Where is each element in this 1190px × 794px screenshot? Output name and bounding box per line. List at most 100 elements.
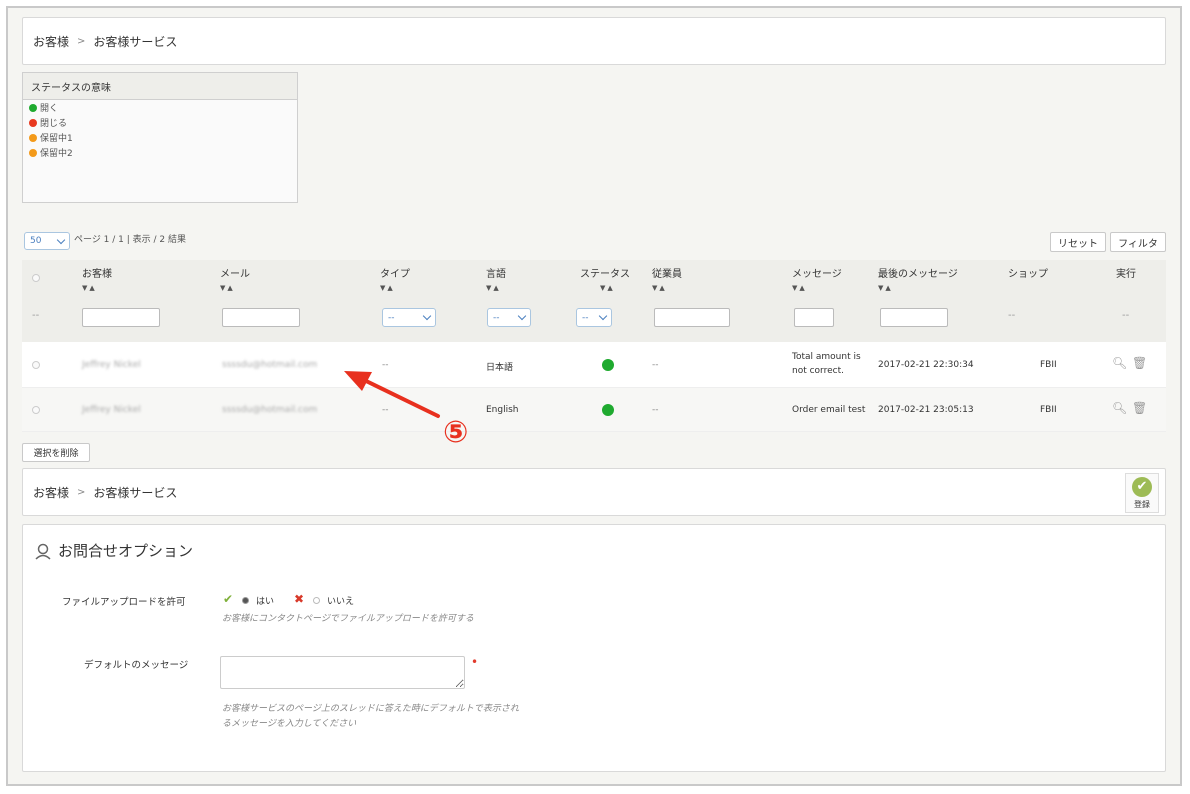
cell-language: 日本語 xyxy=(486,363,514,373)
status-legend: ステータスの意味 開く 閉じる 保留中1 保留中2 xyxy=(22,72,298,203)
cell-shop: FBII xyxy=(1040,405,1057,415)
col-last-message: 最後のメッセージ xyxy=(878,269,958,280)
col-language: 言語 xyxy=(486,269,506,280)
chevron-down-icon xyxy=(598,311,608,321)
save-button[interactable]: ✔ 登録 xyxy=(1125,473,1159,513)
sort-arrows-icon[interactable]: ▼▲ xyxy=(82,284,97,292)
breadcrumb-root[interactable]: お客様 xyxy=(33,484,69,501)
filter-status-select[interactable]: -- xyxy=(576,308,612,327)
sort-arrows-icon[interactable]: ▼▲ xyxy=(380,284,395,292)
cell-last-message: 2017-02-21 23:05:13 xyxy=(878,405,974,415)
default-message-label: デフォルトのメッセージ xyxy=(84,660,189,671)
options-title: お問合せオプション xyxy=(34,540,193,561)
annotation-marker: ⑤ xyxy=(443,415,469,450)
legend-item-open: 開く xyxy=(23,100,297,115)
cell-shop: FBII xyxy=(1040,360,1057,370)
table-header: お客様 メール タイプ 言語 ステータス 従業員 メッセージ 最後のメッセージ … xyxy=(22,260,1166,342)
filter-customer-input[interactable] xyxy=(82,308,160,327)
trash-icon[interactable]: 🗑︎ xyxy=(1132,401,1147,415)
sort-arrows-icon[interactable]: ▼▲ xyxy=(220,284,235,292)
breadcrumb-current: お客様サービス xyxy=(93,485,178,500)
required-asterisk: • xyxy=(471,655,479,669)
cross-icon: ✖ xyxy=(294,592,305,606)
status-dot-icon xyxy=(29,148,37,157)
view-icon[interactable]: 🔍︎ xyxy=(1112,401,1127,415)
default-message-help-2: るメッセージを入力してください xyxy=(222,719,357,729)
no-label: いいえ xyxy=(327,597,355,607)
reset-button[interactable]: リセット xyxy=(1050,232,1106,252)
breadcrumb-separator: > xyxy=(77,35,86,47)
no-radio[interactable] xyxy=(313,597,320,604)
sort-arrows-icon[interactable]: ▼▲ xyxy=(486,284,501,292)
col-employee: 従業員 xyxy=(652,269,682,280)
legend-item-closed: 閉じる xyxy=(23,115,297,130)
legend-item-pending1: 保留中1 xyxy=(23,130,297,145)
sort-arrows-icon[interactable]: ▼▲ xyxy=(652,284,667,292)
default-message-textarea[interactable] xyxy=(220,656,465,689)
cell-customer: Jeffrey Nickel xyxy=(82,360,141,370)
filter-placeholder: -- xyxy=(32,310,40,321)
select-all-checkbox[interactable] xyxy=(32,274,40,282)
breadcrumb-current: お客様サービス xyxy=(93,34,178,49)
options-panel xyxy=(22,524,1166,772)
status-dot-icon xyxy=(29,118,37,127)
check-icon: ✔ xyxy=(223,592,234,606)
breadcrumb: お客様 > お客様サービス xyxy=(23,18,1165,64)
legend-item-pending2: 保留中2 xyxy=(23,145,297,160)
breadcrumb-separator: > xyxy=(77,486,86,498)
support-agent-icon xyxy=(35,543,51,560)
status-open-icon xyxy=(602,359,614,371)
status-dot-icon xyxy=(29,103,37,112)
cell-message: Order email test xyxy=(792,405,866,415)
filter-placeholder: -- xyxy=(1122,310,1130,321)
cell-customer: Jeffrey Nickel xyxy=(82,405,141,415)
filter-button[interactable]: フィルタ xyxy=(1110,232,1166,252)
row-checkbox[interactable] xyxy=(32,406,40,414)
table-row[interactable]: Jeffrey Nickel ssssdu@hotmail.com -- 日本語… xyxy=(22,342,1166,388)
breadcrumb: お客様 > お客様サービス xyxy=(23,469,1165,515)
row-checkbox[interactable] xyxy=(32,361,40,369)
pagination-info: ページ 1 / 1 | 表示 / 2 結果 xyxy=(74,235,186,245)
breadcrumb-panel: お客様 > お客様サービス xyxy=(22,17,1166,65)
cell-type: -- xyxy=(382,360,389,370)
per-page-select[interactable]: 50 xyxy=(24,232,70,250)
filter-message-input[interactable] xyxy=(794,308,834,327)
default-message-help-1: お客様サービスのページ上のスレッドに答えた時にデフォルトで表示され xyxy=(222,704,519,714)
col-type: タイプ xyxy=(380,269,410,280)
filter-type-select[interactable]: -- xyxy=(382,308,436,327)
chevron-down-icon xyxy=(56,235,66,244)
cell-language: English xyxy=(486,405,519,415)
col-customer: お客様 xyxy=(82,269,112,280)
cell-message: Total amount is not correct. xyxy=(792,352,861,376)
filter-language-select[interactable]: -- xyxy=(487,308,531,327)
view-icon[interactable]: 🔍︎ xyxy=(1112,356,1127,370)
trash-icon[interactable]: 🗑︎ xyxy=(1132,356,1147,370)
sort-arrows-icon[interactable]: ▼▲ xyxy=(878,284,893,292)
col-email: メール xyxy=(220,269,250,280)
cell-employee: -- xyxy=(652,360,659,370)
filter-placeholder: -- xyxy=(1008,310,1016,321)
checkmark-icon: ✔ xyxy=(1132,476,1152,497)
status-dot-icon xyxy=(29,133,37,142)
save-label: 登録 xyxy=(1134,499,1150,509)
status-legend-title: ステータスの意味 xyxy=(23,73,297,100)
sort-arrows-icon[interactable]: ▼▲ xyxy=(600,284,615,292)
breadcrumb-root[interactable]: お客様 xyxy=(33,33,69,50)
filter-email-input[interactable] xyxy=(222,308,300,327)
cell-email[interactable]: ssssdu@hotmail.com xyxy=(222,405,317,415)
breadcrumb-panel-bottom: お客様 > お客様サービス ✔ 登録 xyxy=(22,468,1166,516)
yes-radio[interactable] xyxy=(242,597,249,604)
chevron-down-icon xyxy=(517,311,527,321)
status-open-icon xyxy=(602,404,614,416)
delete-selected-button[interactable]: 選択を削除 xyxy=(22,443,90,462)
sort-arrows-icon[interactable]: ▼▲ xyxy=(792,284,807,292)
col-actions: 実行 xyxy=(1116,269,1136,280)
table-row[interactable]: Jeffrey Nickel ssssdu@hotmail.com -- Eng… xyxy=(22,388,1166,432)
cell-email[interactable]: ssssdu@hotmail.com xyxy=(222,360,317,370)
filter-employee-input[interactable] xyxy=(654,308,730,327)
col-shop: ショップ xyxy=(1008,269,1048,280)
filter-last-message-input[interactable] xyxy=(880,308,948,327)
chevron-down-icon xyxy=(422,311,432,321)
col-status: ステータス xyxy=(580,269,630,280)
cell-last-message: 2017-02-21 22:30:34 xyxy=(878,360,974,370)
